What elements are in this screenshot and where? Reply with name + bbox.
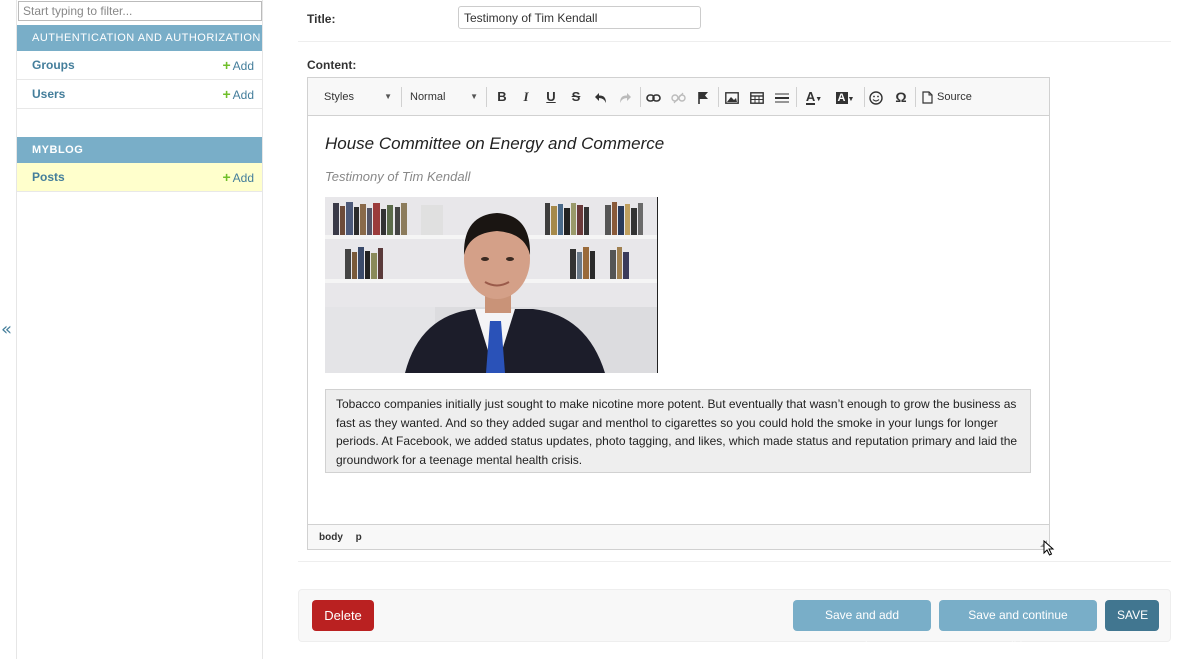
add-group-link[interactable]: + Add <box>222 51 254 81</box>
toolbar-separator <box>796 87 797 107</box>
toolbar-separator <box>864 87 865 107</box>
sidebar-item-users[interactable]: Users + Add <box>17 80 262 109</box>
rich-text-editor: Styles ▼ Normal ▼ B I U S A▼ A ▼ Ω Sourc… <box>307 77 1050 550</box>
plus-icon: + <box>222 57 231 73</box>
table-icon[interactable] <box>747 87 767 107</box>
toolbar-separator <box>718 87 719 107</box>
smiley-icon[interactable] <box>866 87 886 107</box>
special-character-icon[interactable]: Ω <box>891 87 911 107</box>
blockquote: Tobacco companies initially just sought … <box>325 389 1031 473</box>
link-icon[interactable] <box>643 87 663 107</box>
module-header-auth[interactable]: AUTHENTICATION AND AUTHORIZATION <box>17 25 262 51</box>
save-button[interactable]: SAVE <box>1105 600 1159 631</box>
content-label: Content: <box>307 58 357 72</box>
italic-icon[interactable]: I <box>516 87 536 107</box>
mouse-cursor-icon <box>1043 540 1055 556</box>
toolbar-separator <box>915 87 916 107</box>
toolbar-separator <box>486 87 487 107</box>
sidebar-item-posts[interactable]: Posts + Add <box>17 163 262 192</box>
title-input[interactable] <box>458 6 701 29</box>
background-color-icon[interactable]: A ▼ <box>831 87 859 107</box>
divider <box>298 41 1171 42</box>
sidebar: AUTHENTICATION AND AUTHORIZATION Groups … <box>17 0 263 659</box>
save-and-continue-button[interactable]: Save and continue editing <box>939 600 1097 653</box>
path-element-body[interactable]: body <box>319 532 343 543</box>
sidebar-item-label[interactable]: Users <box>32 87 65 101</box>
image-icon[interactable] <box>722 87 742 107</box>
delete-button[interactable]: Delete <box>312 600 374 631</box>
anchor-flag-icon[interactable] <box>693 87 713 107</box>
document-icon <box>922 90 933 104</box>
sidebar-item-label[interactable]: Groups <box>32 58 75 72</box>
person-photo-illustration <box>325 197 658 373</box>
sidebar-filter-input[interactable] <box>18 1 262 21</box>
source-button[interactable]: Source <box>922 87 972 107</box>
horizontal-line-icon[interactable] <box>772 87 792 107</box>
content-subheading: Testimony of Tim Kendall <box>325 169 471 184</box>
unlink-icon[interactable] <box>668 87 688 107</box>
element-path-bar: body p <box>308 524 1049 549</box>
add-user-link[interactable]: + Add <box>222 80 254 110</box>
plus-icon: + <box>222 169 231 185</box>
editor-content-area[interactable]: House Committee on Energy and Commerce T… <box>308 116 1049 524</box>
editor-toolbar: Styles ▼ Normal ▼ B I U S A▼ A ▼ Ω Sourc… <box>308 78 1049 116</box>
dropdown-arrow-icon: ▼ <box>470 92 478 101</box>
sidebar-collapse-toggle[interactable]: « <box>0 0 17 659</box>
path-element-p[interactable]: p <box>356 532 362 543</box>
styles-dropdown[interactable]: Styles ▼ <box>308 87 394 107</box>
save-and-add-another-button[interactable]: Save and add another <box>793 600 931 653</box>
module-header-myblog[interactable]: MYBLOG <box>17 137 262 163</box>
text-color-icon[interactable]: A▼ <box>801 87 827 107</box>
double-chevron-left-icon[interactable]: « <box>1 320 12 340</box>
sidebar-item-label[interactable]: Posts <box>32 170 65 184</box>
title-label: Title: <box>307 12 336 26</box>
submit-row: Delete Save and add another Save and con… <box>298 589 1171 653</box>
redo-icon[interactable] <box>615 87 635 107</box>
content-heading: House Committee on Energy and Commerce <box>325 134 665 153</box>
underline-icon[interactable]: U <box>541 87 561 107</box>
toolbar-separator <box>640 87 641 107</box>
undo-icon[interactable] <box>591 87 611 107</box>
plus-icon: + <box>222 86 231 102</box>
divider <box>298 561 1171 562</box>
embedded-photo[interactable] <box>325 197 658 373</box>
format-dropdown[interactable]: Normal ▼ <box>394 87 480 107</box>
sidebar-item-groups[interactable]: Groups + Add <box>17 51 262 80</box>
add-post-link[interactable]: + Add <box>222 163 254 193</box>
dropdown-arrow-icon: ▼ <box>384 92 392 101</box>
strikethrough-icon[interactable]: S <box>566 87 586 107</box>
bold-icon[interactable]: B <box>492 87 512 107</box>
